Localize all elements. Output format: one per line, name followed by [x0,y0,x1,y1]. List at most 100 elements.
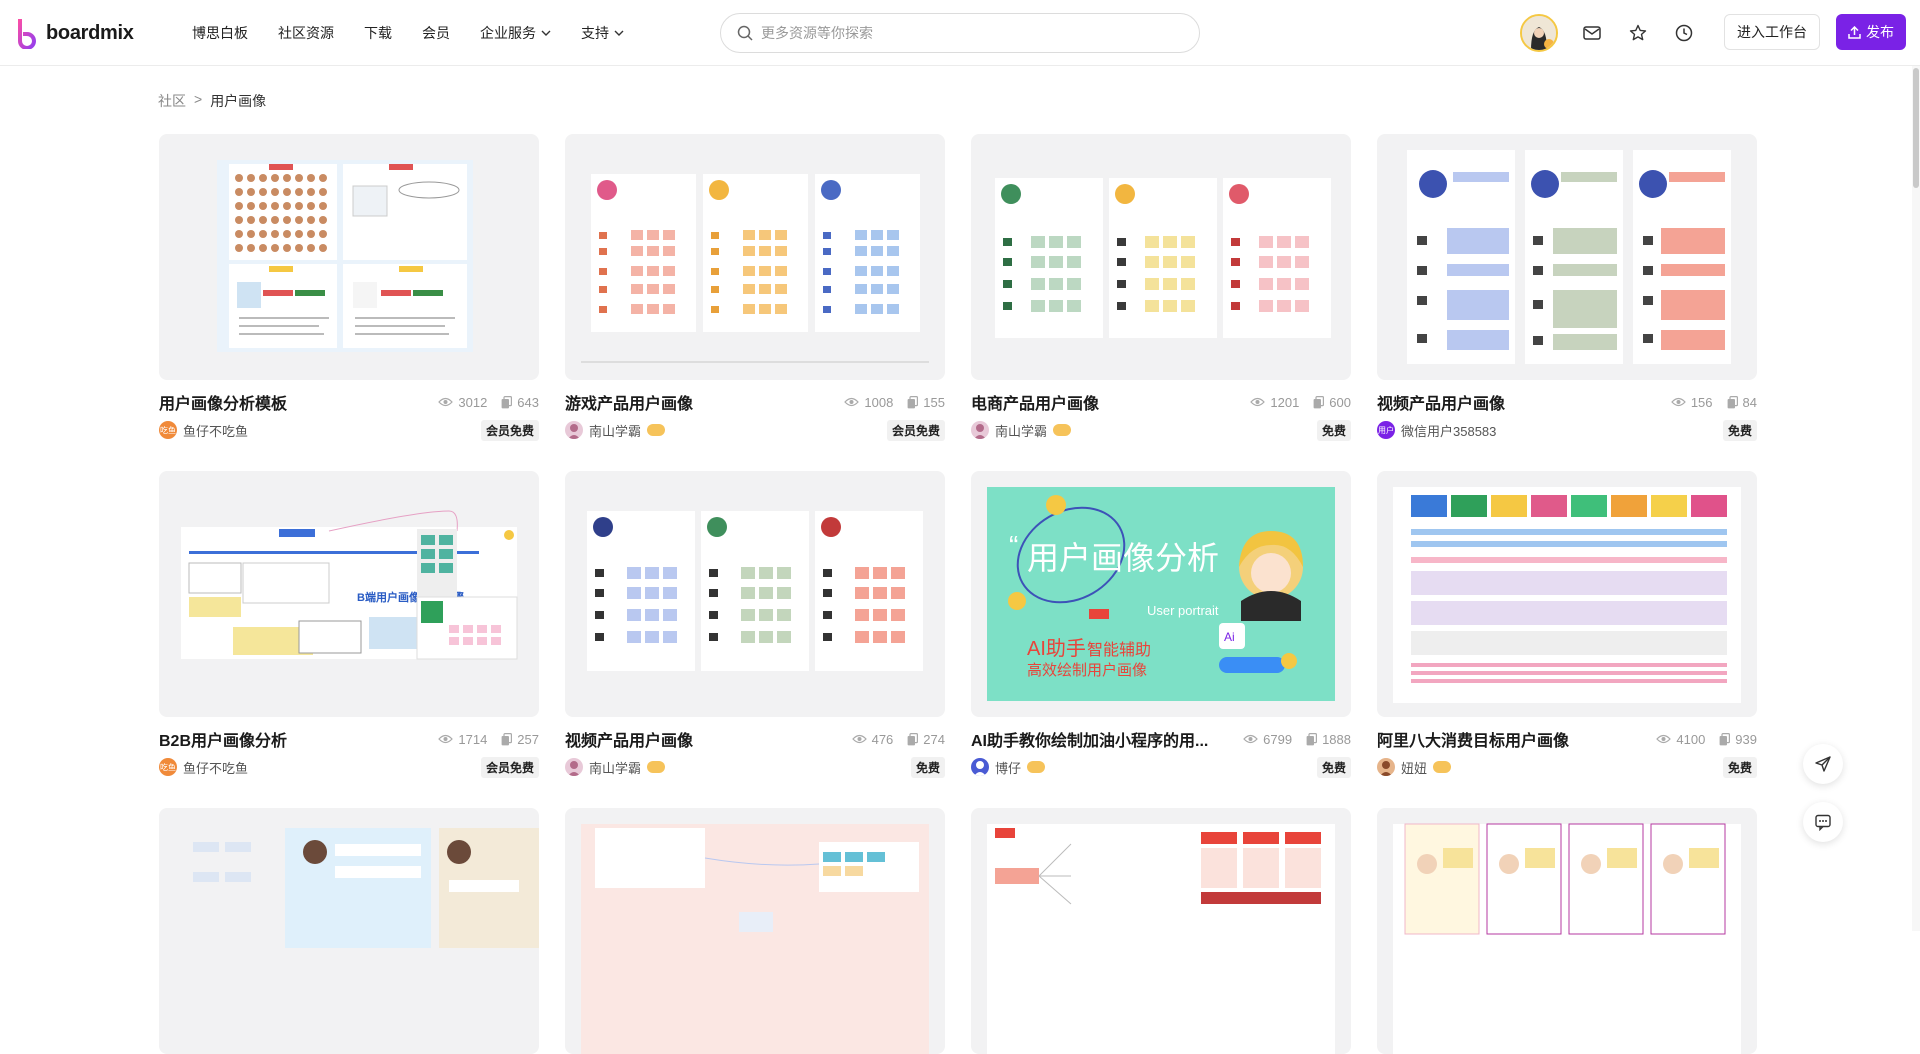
nav-item-whiteboard[interactable]: 博思白板 [192,23,248,43]
history-clock-icon[interactable] [1672,21,1696,45]
card-author[interactable]: 南山学霸 [971,421,1072,440]
eye-icon [1243,734,1258,744]
author-avatar [971,421,989,439]
template-card[interactable] [971,808,1351,1054]
card-thumbnail[interactable] [159,808,539,1054]
message-icon[interactable] [1580,21,1604,45]
card-thumbnail[interactable] [1377,134,1757,380]
card-stats: 3012 643 [438,395,539,410]
card-thumbnail[interactable] [971,808,1351,1054]
author-avatar [565,421,583,439]
ai-quote-mark: “ [1009,530,1018,561]
upload-icon [1848,25,1861,39]
card-stats: 6799 1888 [1243,732,1351,747]
card-stats: 476 274 [851,732,945,747]
template-card[interactable]: B端用户画像绘制步骤 B2B用户画像分析 1714 257 吃鱼 鱼仔不吃鱼 会… [159,471,539,778]
template-card[interactable]: 用户画像分析模板 3012 643 吃鱼 鱼仔不吃鱼 会员免费 [159,134,539,441]
card-title[interactable]: B2B用户画像分析 [159,727,287,751]
card-author[interactable]: 南山学霸 [565,758,666,777]
copy-icon [1306,732,1318,745]
star-icon[interactable] [1626,21,1650,45]
enter-workspace-button[interactable]: 进入工作台 [1724,14,1820,50]
view-count: 1201 [1250,395,1299,410]
card-thumbnail[interactable] [1377,808,1757,1054]
card-title[interactable]: 阿里八大消费目标用户画像 [1377,727,1569,751]
card-thumbnail[interactable] [1377,471,1757,717]
ai-cover-line2: 高效绘制用户画像 [1027,662,1147,679]
template-card[interactable]: 阿里八大消费目标用户画像 4100 939 妞妞 免费 [1377,471,1757,778]
card-author[interactable]: 吃鱼 鱼仔不吃鱼 [159,421,248,440]
copy-count: 939 [1719,732,1757,747]
template-card[interactable]: 视频产品用户画像 156 84 用户 微信用户358583 免费 [1377,134,1757,441]
template-card[interactable] [1377,808,1757,1054]
copy-count: 257 [501,732,539,747]
copy-icon [1727,395,1738,408]
ai-cover-title: 用户画像分析 [1027,540,1219,576]
card-author[interactable]: 博仔 [971,758,1046,777]
ai-badge-text: Ai [1224,630,1235,644]
card-author[interactable]: 南山学霸 [565,421,666,440]
template-card[interactable]: 视频产品用户画像 476 274 南山学霸 免费 [565,471,945,778]
card-author[interactable]: 吃鱼 鱼仔不吃鱼 [159,758,248,777]
template-card[interactable] [565,808,945,1054]
eye-icon [1250,397,1266,407]
card-thumbnail[interactable] [159,134,539,380]
template-card[interactable]: 电商产品用户画像 1201 600 南山学霸 免费 [971,134,1351,441]
eye-icon [438,734,454,744]
author-avatar: 吃鱼 [159,758,177,776]
search-icon [737,25,753,41]
card-thumbnail[interactable] [565,134,945,380]
author-name: 妞妞 [1401,760,1428,776]
brand-logo[interactable]: boardmix [14,17,134,49]
feedback-button[interactable] [1803,802,1843,842]
share-button[interactable] [1803,744,1843,784]
publish-label: 发布 [1866,24,1894,40]
breadcrumb-current: 用户画像 [210,93,267,109]
nav-item-support[interactable]: 支持 [581,23,624,43]
card-thumbnail[interactable]: “ 用户画像分析 User portrait AI助手 智能辅助 高效绘制用户画… [971,471,1351,717]
author-name: 鱼仔不吃鱼 [183,760,249,776]
card-thumbnail[interactable] [565,808,945,1054]
page-scrollbar[interactable] [1912,66,1920,931]
chevron-down-icon [541,30,551,36]
scrollbar-thumb[interactable] [1913,68,1919,188]
avatar-image-icon [1522,16,1556,50]
card-title[interactable]: 视频产品用户画像 [565,727,693,751]
template-card[interactable]: 游戏产品用户画像 1008 155 南山学霸 会员免费 [565,134,945,441]
nav-item-membership[interactable]: 会员 [422,23,450,43]
copy-icon [1313,395,1325,408]
template-card[interactable]: “ 用户画像分析 User portrait AI助手 智能辅助 高效绘制用户画… [971,471,1351,778]
card-title[interactable]: 用户画像分析模板 [159,390,287,414]
view-count: 6799 [1243,732,1292,747]
ai-persona-cover-thumbnail-icon: “ 用户画像分析 User portrait AI助手 智能辅助 高效绘制用户画… [987,487,1335,701]
card-thumbnail[interactable]: B端用户画像绘制步骤 [159,471,539,717]
copy-icon [501,395,513,408]
ecommerce-persona-thumbnail-icon [995,178,1331,338]
card-thumbnail[interactable] [565,471,945,717]
author-avatar [565,758,583,776]
card-title[interactable]: 电商产品用户画像 [971,390,1099,414]
card-title[interactable]: 游戏产品用户画像 [565,390,693,414]
template-card[interactable] [159,808,539,1054]
search-box[interactable] [720,13,1200,53]
persona-columns-thumbnail-icon [581,174,929,363]
card-author[interactable]: 妞妞 [1377,758,1452,777]
nav-item-enterprise[interactable]: 企业服务 [480,23,551,43]
card-author[interactable]: 用户 微信用户358583 [1377,421,1496,440]
card-thumbnail[interactable] [971,134,1351,380]
copy-count: 274 [907,732,945,747]
card-title[interactable]: 视频产品用户画像 [1377,390,1505,414]
price-tag: 免费 [910,756,945,778]
search-input[interactable] [761,25,1161,41]
nav-label: 社区资源 [278,25,334,41]
nav-item-community[interactable]: 社区资源 [278,23,334,43]
card-title[interactable]: AI助手教你绘制加油小程序的用... [971,727,1208,751]
breadcrumb-root[interactable]: 社区 [158,91,186,111]
author-avatar [971,758,989,776]
copy-icon [907,732,919,745]
publish-button[interactable]: 发布 [1836,14,1906,50]
eye-icon [1671,397,1686,407]
vip-crown-icon [647,761,666,773]
user-avatar[interactable] [1520,14,1558,52]
nav-item-download[interactable]: 下载 [364,23,392,43]
